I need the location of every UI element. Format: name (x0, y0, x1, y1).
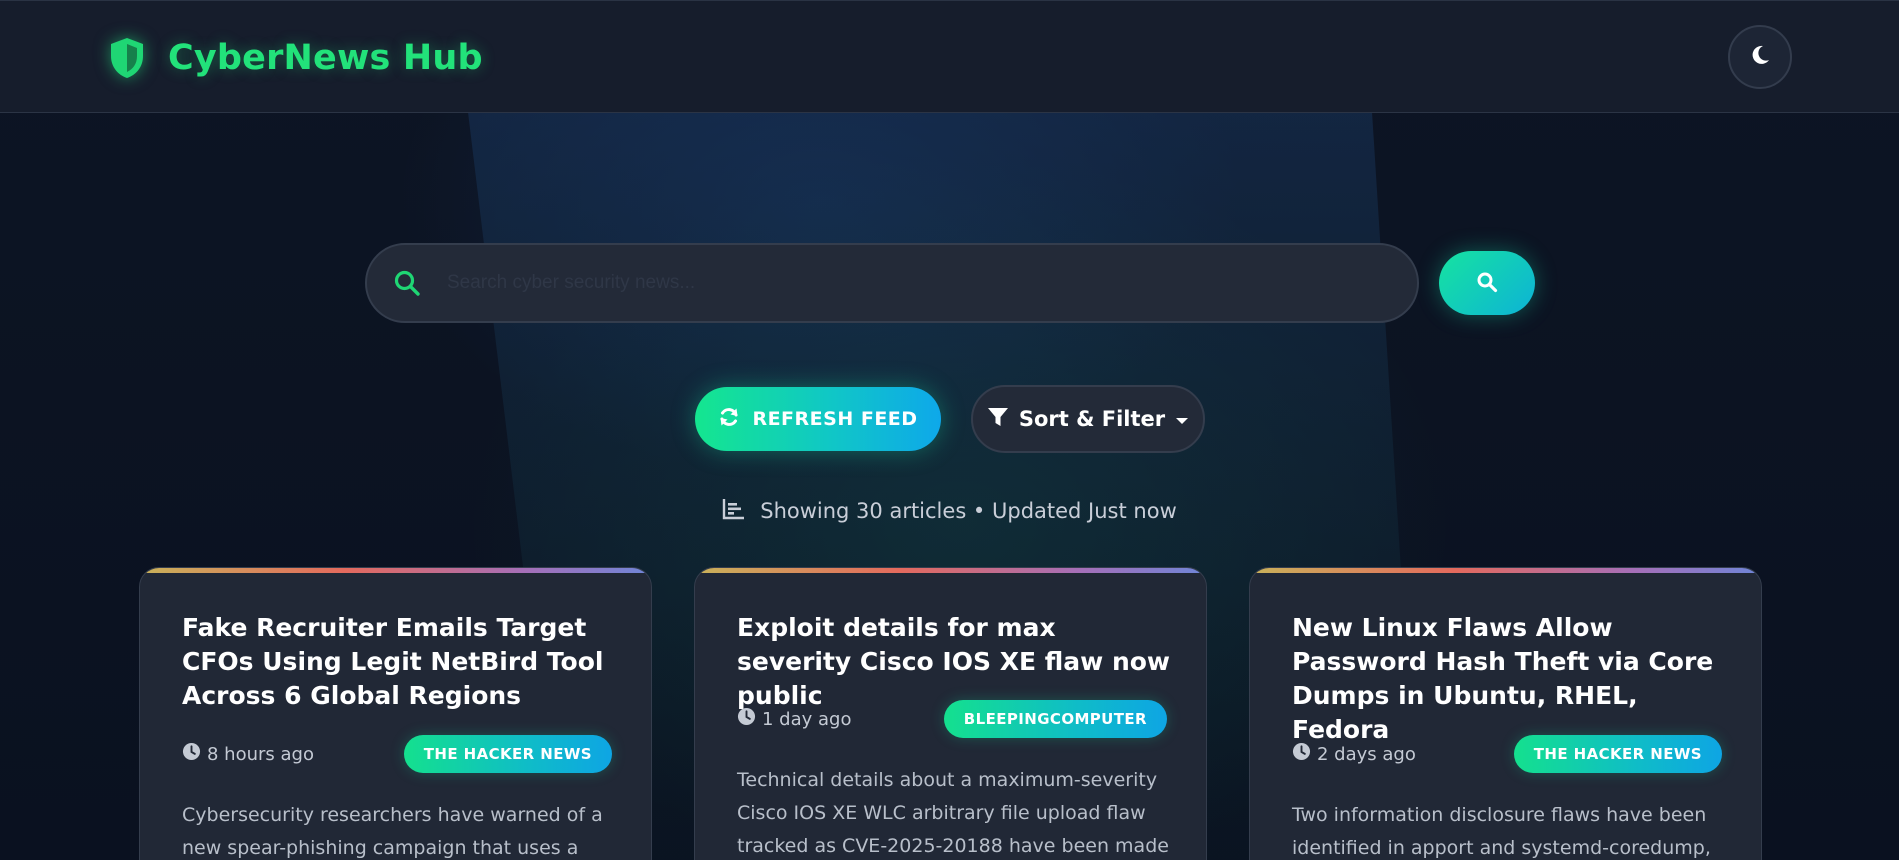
theme-toggle-button[interactable] (1728, 25, 1792, 89)
article-time-text: 1 day ago (762, 708, 852, 730)
article-summary: Technical details about a maximum-severi… (737, 769, 1169, 857)
status-text: Showing 30 articles • Updated Just now (760, 499, 1177, 523)
search-input[interactable] (447, 253, 1417, 313)
article-meta: 2 days ago THE HACKER NEWS (1292, 735, 1722, 773)
filter-icon (987, 406, 1009, 433)
top-navbar: CyberNews Hub (0, 0, 1899, 113)
caret-down-icon (1175, 407, 1189, 431)
article-time-text: 2 days ago (1317, 743, 1416, 765)
article-time: 1 day ago (737, 707, 851, 731)
search-bar (365, 243, 1419, 323)
sync-icon (718, 406, 740, 433)
article-title[interactable]: Fake Recruiter Emails Target CFOs Using … (182, 611, 622, 713)
article-card[interactable]: Fake Recruiter Emails Target CFOs Using … (139, 567, 652, 860)
source-badge[interactable]: THE HACKER NEWS (403, 735, 612, 773)
bar-chart-icon (722, 497, 746, 526)
source-badge[interactable]: BLEEPINGCOMPUTER (943, 700, 1167, 738)
clock-icon (737, 707, 756, 731)
page: CyberNews Hub Search cyber security news… (0, 0, 1899, 860)
article-meta: 8 hours ago THE HACKER NEWS (182, 735, 612, 773)
search-icon (1476, 271, 1498, 296)
article-meta: 1 day ago BLEEPINGCOMPUTER (737, 700, 1167, 738)
search-icon (367, 245, 447, 321)
clock-icon (182, 742, 201, 766)
articles-status: Showing 30 articles • Updated Just now (0, 494, 1899, 528)
brand[interactable]: CyberNews Hub (106, 35, 483, 81)
sort-filter-dropdown[interactable]: Sort & Filter (971, 385, 1205, 453)
article-time-text: 8 hours ago (207, 743, 314, 765)
source-badge[interactable]: THE HACKER NEWS (1513, 735, 1722, 773)
app-title: CyberNews Hub (168, 38, 483, 78)
article-summary: Two information disclosure flaws have be… (1292, 804, 1711, 859)
refresh-feed-label: REFRESH FEED (752, 408, 918, 430)
sort-filter-label: Sort & Filter (1018, 407, 1166, 431)
article-card[interactable]: New Linux Flaws Allow Password Hash Thef… (1249, 567, 1762, 860)
article-title[interactable]: New Linux Flaws Allow Password Hash Thef… (1292, 611, 1732, 747)
article-title[interactable]: Exploit details for max severity Cisco I… (737, 611, 1177, 713)
clock-icon (1292, 742, 1311, 766)
article-time: 2 days ago (1292, 742, 1416, 766)
search-submit-button[interactable] (1439, 251, 1535, 315)
shield-icon (106, 35, 148, 81)
moon-icon (1749, 44, 1771, 71)
article-time: 8 hours ago (182, 742, 314, 766)
article-card[interactable]: Exploit details for max severity Cisco I… (694, 567, 1207, 860)
article-summary: Cybersecurity researchers have warned of… (182, 804, 603, 859)
refresh-feed-button[interactable]: REFRESH FEED (695, 387, 941, 451)
